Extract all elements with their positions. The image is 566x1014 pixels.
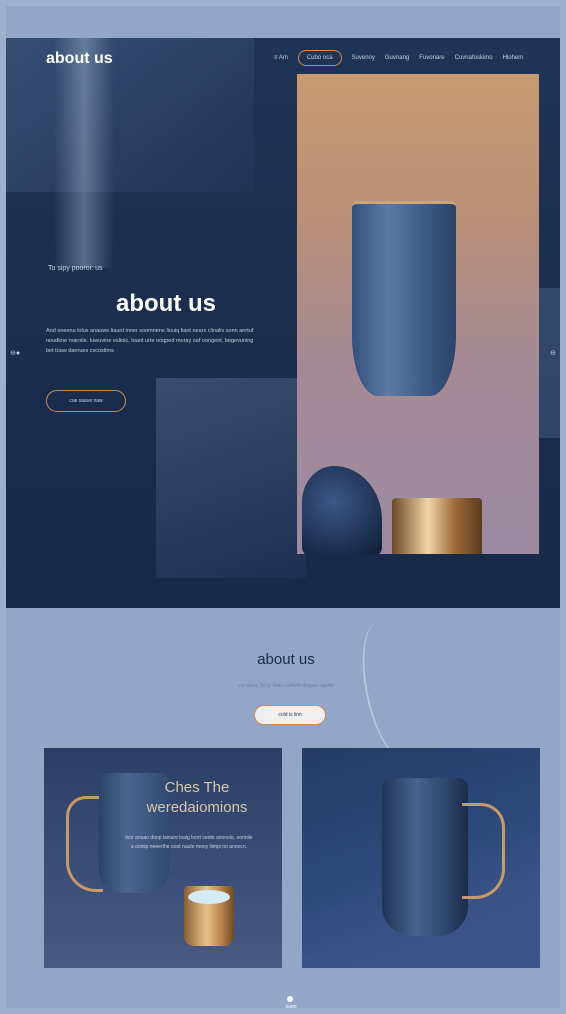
- site-logo[interactable]: about us: [46, 50, 113, 68]
- carousel-next-icon[interactable]: ⊖: [550, 349, 556, 357]
- nav-item[interactable]: Guvnang: [385, 55, 409, 61]
- mug-illustration: [382, 778, 468, 936]
- gold-cup-illustration: [392, 498, 482, 554]
- feature-card-left[interactable]: Ches The weredaiomions loor anuao doop l…: [44, 748, 282, 968]
- section-cta-button[interactable]: cold is linn: [254, 705, 326, 725]
- page-frame: about us ≡ Am Cubo oca Suvenoy Guvnang F…: [6, 6, 560, 1008]
- carousel-prev-icon[interactable]: ⊖●: [10, 349, 20, 357]
- hero-cta-button[interactable]: cue saave naw: [46, 390, 126, 412]
- card-title: Ches The weredaiomions: [122, 778, 272, 818]
- card-title-line: Ches The: [164, 779, 230, 796]
- nav-item-menu[interactable]: ≡ Am: [274, 55, 288, 61]
- footer-dot-icon: [287, 996, 293, 1002]
- feature-card-right[interactable]: [302, 748, 540, 968]
- nav-item[interactable]: Suvenoy: [352, 55, 375, 61]
- glass-panel: [536, 288, 560, 438]
- nav-item[interactable]: Fuvonare: [419, 55, 444, 61]
- nav-item-active[interactable]: Cubo oca: [297, 50, 342, 66]
- mug-handle-illustration: [462, 803, 505, 899]
- card-description: loor anuao doop lainure loaig loort ceot…: [125, 835, 253, 850]
- hero-product-image: [297, 74, 539, 554]
- hero-title: about us: [116, 290, 216, 317]
- card-title-line: weredaiomions: [146, 799, 248, 816]
- footer-label[interactable]: oupo: [276, 1004, 306, 1008]
- tall-mug-illustration: [352, 201, 456, 396]
- section-title: about us: [257, 651, 315, 668]
- steam-decoration: [352, 617, 432, 765]
- section-subtitle: cor piave Beny liaws oortum dhopon aguin…: [238, 683, 334, 689]
- glass-panel: [156, 378, 306, 578]
- mug-handle-illustration: [66, 796, 103, 892]
- light-beam: [54, 38, 114, 268]
- hero-kicker: To sipy pooroi: us: [48, 265, 103, 272]
- dark-vase-illustration: [302, 466, 382, 554]
- nav-item[interactable]: Hlohem: [503, 55, 524, 61]
- top-nav: ≡ Am Cubo oca Suvenoy Guvnang Fuvonare C…: [274, 50, 523, 66]
- hero-section: about us ≡ Am Cubo oca Suvenoy Guvnang F…: [6, 38, 560, 608]
- glass-panel: [6, 38, 254, 192]
- gold-cup-illustration: [184, 886, 234, 946]
- hero-description: And eneenu lolux anauwe liaunt inner soo…: [46, 328, 254, 354]
- nav-item[interactable]: Cuvnafoskimo: [455, 55, 493, 61]
